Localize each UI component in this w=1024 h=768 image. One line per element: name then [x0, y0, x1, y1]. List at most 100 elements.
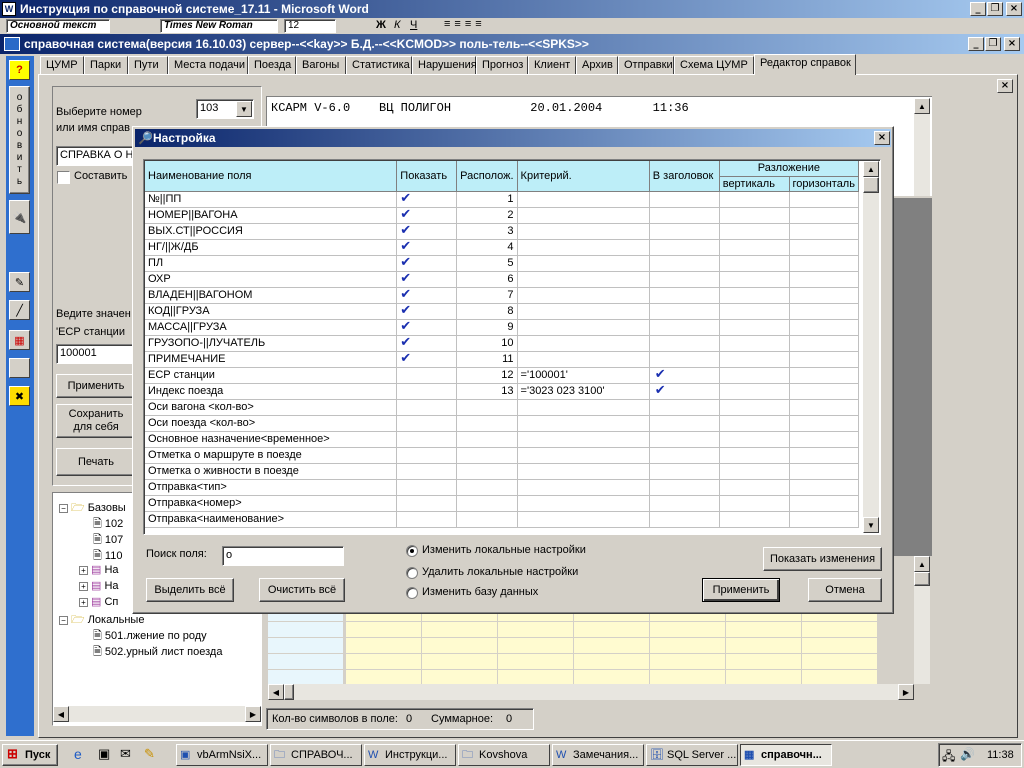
result-cell[interactable] [574, 654, 649, 669]
field-in-header-cell[interactable] [649, 415, 720, 432]
word-restore-button[interactable]: ❐ [987, 2, 1003, 16]
field-show-cell[interactable]: ✔ [396, 239, 458, 256]
fields-vscroll[interactable]: ▲ ▼ [863, 161, 879, 533]
app-restore-button[interactable]: ❐ [985, 37, 1001, 51]
field-criteria-cell[interactable] [517, 415, 650, 432]
field-in-header-cell[interactable] [649, 255, 720, 272]
field-position-cell[interactable]: 11 [456, 351, 518, 368]
field-name-cell[interactable]: ВЫХ.СТ||РОССИЯ [145, 223, 398, 240]
tab-7[interactable]: Нарушения [412, 56, 477, 74]
result-cell[interactable] [726, 670, 801, 685]
tab-10[interactable]: Архив [576, 56, 618, 74]
field-in-header-cell[interactable]: ✔ [649, 383, 720, 400]
field-name-cell[interactable]: НГ/||Ж/ДБ [145, 239, 398, 256]
mode-radio-2[interactable] [406, 587, 418, 599]
field-position-cell[interactable]: 5 [456, 255, 518, 272]
tab-13[interactable]: Редактор справок [754, 54, 856, 75]
col-header-criteria[interactable]: Критерий. [517, 161, 650, 192]
field-row[interactable]: ВЫХ.СТ||РОССИЯ ✔ 3 [145, 223, 859, 240]
fields-scroll-up-icon[interactable]: ▲ [863, 161, 879, 177]
fields-grid[interactable]: Наименование поля Показать Располож. Кри… [145, 161, 859, 533]
field-row[interactable]: №||ПП ✔ 1 [145, 191, 859, 208]
field-in-header-cell[interactable] [649, 479, 720, 496]
tab-2[interactable]: Пути [128, 56, 168, 74]
field-position-cell[interactable] [456, 415, 518, 432]
result-cell[interactable] [498, 654, 573, 669]
field-show-cell[interactable] [396, 431, 458, 448]
tab-4[interactable]: Поезда [248, 56, 296, 74]
field-vertical-cell[interactable] [719, 319, 790, 336]
field-horizontal-cell[interactable] [789, 463, 859, 480]
field-row[interactable]: Оси поезда <кол-во> [145, 415, 859, 432]
field-horizontal-cell[interactable] [789, 511, 859, 528]
field-in-header-cell[interactable] [649, 207, 720, 224]
field-horizontal-cell[interactable] [789, 287, 859, 304]
field-position-cell[interactable]: 9 [456, 319, 518, 336]
field-vertical-cell[interactable] [719, 223, 790, 240]
result-cell[interactable] [802, 622, 877, 637]
report-scroll-up-icon[interactable]: ▲ [914, 98, 930, 114]
field-position-cell[interactable] [456, 399, 518, 416]
refresh-button[interactable]: обновить [9, 86, 30, 194]
field-position-cell[interactable]: 4 [456, 239, 518, 256]
field-show-cell[interactable]: ✔ [396, 271, 458, 288]
field-show-cell[interactable] [396, 415, 458, 432]
expand-toggle-icon[interactable]: − [59, 504, 68, 513]
field-horizontal-cell[interactable] [789, 303, 859, 320]
result-scroll-thumb[interactable] [284, 684, 294, 700]
connect-icon[interactable]: 🔌 [9, 200, 30, 234]
tab-12[interactable]: Схема ЦУМР [674, 56, 754, 74]
taskbar-item-1[interactable]: 🗀 СПРАВОЧ... [270, 744, 362, 766]
dialog-apply-button[interactable]: Применить [702, 578, 780, 602]
field-position-cell[interactable]: 12 [456, 367, 518, 384]
field-in-header-cell[interactable] [649, 239, 720, 256]
field-in-header-cell[interactable] [649, 511, 720, 528]
field-in-header-cell[interactable] [649, 351, 720, 368]
field-name-cell[interactable]: ПЛ [145, 255, 398, 272]
tab-6[interactable]: Статистика [346, 56, 412, 74]
field-show-cell[interactable]: ✔ [396, 351, 458, 368]
result-cell[interactable] [268, 638, 343, 653]
result-cell[interactable] [422, 670, 497, 685]
field-vertical-cell[interactable] [719, 447, 790, 464]
result-cell[interactable] [726, 622, 801, 637]
field-name-cell[interactable]: Отправка<наименование> [145, 511, 398, 528]
col-header-vertical[interactable]: вертикаль [719, 176, 790, 192]
outlook-icon[interactable]: ✉ [120, 746, 131, 762]
save-for-self-button[interactable]: Сохранить для себя [56, 404, 136, 438]
field-horizontal-cell[interactable] [789, 255, 859, 272]
result-cell[interactable] [802, 638, 877, 653]
mode-radio-label-0[interactable]: Изменить локальные настройки [422, 544, 586, 556]
field-position-cell[interactable] [456, 447, 518, 464]
field-criteria-cell[interactable] [517, 479, 650, 496]
field-criteria-cell[interactable] [517, 319, 650, 336]
result-scroll-right-icon[interactable]: ▶ [898, 684, 914, 700]
field-name-cell[interactable]: НОМЕР||ВАГОНА [145, 207, 398, 224]
field-row[interactable]: Основное назначение<временное> [145, 431, 859, 448]
fields-scroll-down-icon[interactable]: ▼ [863, 517, 879, 533]
app-close-button[interactable]: × [1004, 37, 1020, 51]
print-button[interactable]: Печать [56, 448, 136, 476]
field-name-cell[interactable]: Отправка<номер> [145, 495, 398, 512]
search-field-input[interactable]: о [222, 546, 344, 566]
result-cell[interactable] [346, 622, 421, 637]
taskbar-item-0[interactable]: ▣ vbArmNsiX... [176, 744, 268, 766]
result-cell[interactable] [574, 638, 649, 653]
result-cell[interactable] [422, 654, 497, 669]
field-in-header-cell[interactable] [649, 495, 720, 512]
field-position-cell[interactable]: 10 [456, 335, 518, 352]
result-cell[interactable] [498, 670, 573, 685]
italic-icon[interactable]: К [394, 19, 400, 31]
field-name-cell[interactable]: ВЛАДЕН||ВАГОНОМ [145, 287, 398, 304]
field-in-header-cell[interactable] [649, 303, 720, 320]
field-vertical-cell[interactable] [719, 479, 790, 496]
result-cell[interactable] [574, 670, 649, 685]
tab-1[interactable]: Парки [84, 56, 128, 74]
field-horizontal-cell[interactable] [789, 383, 859, 400]
field-show-cell[interactable]: ✔ [396, 287, 458, 304]
ecr-input[interactable]: 100001 [56, 344, 136, 364]
field-horizontal-cell[interactable] [789, 367, 859, 384]
field-position-cell[interactable]: 7 [456, 287, 518, 304]
result-cell[interactable] [650, 638, 725, 653]
field-name-cell[interactable]: Отправка<тип> [145, 479, 398, 496]
